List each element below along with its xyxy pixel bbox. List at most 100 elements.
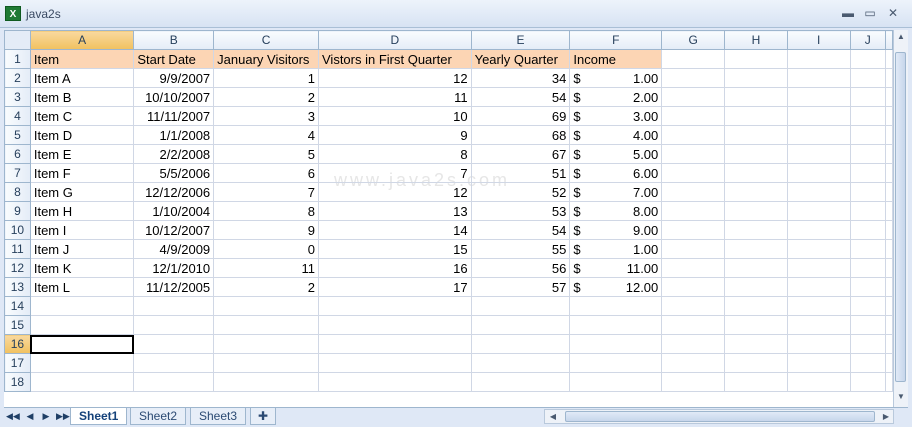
cell[interactable] xyxy=(786,315,851,335)
cell[interactable] xyxy=(724,163,788,183)
cell[interactable]: 52 xyxy=(470,182,571,202)
cell[interactable] xyxy=(661,334,726,354)
cell[interactable]: Item A xyxy=(29,68,135,88)
row-header-13[interactable]: 13 xyxy=(4,277,31,297)
cell[interactable] xyxy=(318,353,472,373)
cell[interactable] xyxy=(849,296,886,316)
cell[interactable] xyxy=(724,220,788,240)
cell[interactable] xyxy=(569,315,663,335)
cell[interactable] xyxy=(29,353,135,373)
cell[interactable]: Item D xyxy=(29,125,135,145)
cell-income[interactable]: $12.00 xyxy=(569,277,663,297)
vertical-scroll-thumb[interactable] xyxy=(895,52,906,382)
cell[interactable]: 54 xyxy=(470,87,571,107)
cell[interactable] xyxy=(724,68,788,88)
cell[interactable] xyxy=(786,163,851,183)
cell[interactable] xyxy=(885,296,893,316)
cell[interactable] xyxy=(661,87,726,107)
cell-header[interactable]: Yearly Quarter xyxy=(470,49,571,69)
cell[interactable] xyxy=(885,372,893,392)
cell[interactable] xyxy=(786,125,851,145)
cell[interactable] xyxy=(661,49,726,69)
cell[interactable]: 14 xyxy=(318,220,472,240)
last-sheet-icon[interactable]: ▶▶ xyxy=(56,410,70,423)
excel-icon[interactable]: X xyxy=(5,6,21,21)
cell[interactable]: 10 xyxy=(318,106,472,126)
cell[interactable] xyxy=(569,334,663,354)
row-header-11[interactable]: 11 xyxy=(4,239,31,259)
select-all-corner[interactable] xyxy=(4,30,31,50)
cell[interactable] xyxy=(661,106,726,126)
cell[interactable] xyxy=(786,353,851,373)
cell[interactable] xyxy=(661,296,726,316)
cell[interactable] xyxy=(661,372,726,392)
cell[interactable] xyxy=(849,163,886,183)
scroll-down-icon[interactable]: ▼ xyxy=(894,390,908,404)
cell[interactable]: 68 xyxy=(470,125,571,145)
maximize-button[interactable]: ▭ xyxy=(862,6,878,20)
cell[interactable] xyxy=(885,258,893,278)
cell[interactable] xyxy=(213,296,319,316)
cell[interactable]: 2 xyxy=(213,277,319,297)
cell[interactable]: Item C xyxy=(29,106,135,126)
cell[interactable] xyxy=(786,372,851,392)
cell[interactable] xyxy=(849,68,886,88)
cell[interactable]: 8 xyxy=(318,144,472,164)
cell[interactable] xyxy=(849,239,886,259)
cell[interactable]: 12 xyxy=(318,182,472,202)
cell[interactable]: 2/2/2008 xyxy=(133,144,215,164)
cell[interactable] xyxy=(661,201,726,221)
cell[interactable]: Item E xyxy=(29,144,135,164)
cell[interactable]: 5/5/2006 xyxy=(133,163,215,183)
cell[interactable] xyxy=(569,353,663,373)
cell[interactable]: 7 xyxy=(318,163,472,183)
cell[interactable] xyxy=(29,315,135,335)
cell[interactable]: 56 xyxy=(470,258,571,278)
minimize-button[interactable]: ▬ xyxy=(840,6,856,20)
cell[interactable] xyxy=(786,277,851,297)
cell[interactable] xyxy=(724,49,788,69)
tab-sheet1[interactable]: Sheet1 xyxy=(70,408,128,425)
cell[interactable] xyxy=(724,144,788,164)
cell[interactable] xyxy=(786,220,851,240)
cell[interactable]: 12/1/2010 xyxy=(133,258,215,278)
cell[interactable] xyxy=(133,296,215,316)
cell-income[interactable]: $2.00 xyxy=(569,87,663,107)
cell[interactable] xyxy=(786,68,851,88)
tab-sheet3[interactable]: Sheet3 xyxy=(190,408,247,425)
row-header-14[interactable]: 14 xyxy=(4,296,31,316)
row-header-9[interactable]: 9 xyxy=(4,201,31,221)
cell[interactable] xyxy=(318,334,472,354)
cell[interactable] xyxy=(849,125,886,145)
cell[interactable] xyxy=(661,144,726,164)
cell[interactable] xyxy=(661,353,726,373)
row-header-16[interactable]: 16 xyxy=(4,334,31,354)
cell[interactable] xyxy=(470,334,571,354)
cell-header[interactable]: Item xyxy=(29,49,135,69)
cell[interactable]: 0 xyxy=(213,239,319,259)
cell[interactable] xyxy=(885,144,893,164)
cell[interactable]: 4/9/2009 xyxy=(133,239,215,259)
cell[interactable] xyxy=(786,49,851,69)
cell[interactable] xyxy=(849,87,886,107)
cell-header[interactable]: Vistors in First Quarter xyxy=(318,49,472,69)
cell[interactable]: 1 xyxy=(213,68,319,88)
row-header-3[interactable]: 3 xyxy=(4,87,31,107)
cell-income[interactable]: $1.00 xyxy=(569,68,663,88)
cell[interactable] xyxy=(724,296,788,316)
cell[interactable] xyxy=(849,258,886,278)
cell[interactable] xyxy=(724,372,788,392)
column-header-d[interactable]: D xyxy=(318,30,472,50)
cell[interactable] xyxy=(724,201,788,221)
tab-sheet2[interactable]: Sheet2 xyxy=(130,408,187,425)
cell[interactable] xyxy=(29,296,135,316)
cell[interactable] xyxy=(786,87,851,107)
cell[interactable] xyxy=(724,353,788,373)
cell[interactable] xyxy=(133,353,215,373)
row-header-7[interactable]: 7 xyxy=(4,163,31,183)
cell[interactable] xyxy=(885,182,893,202)
row-header-5[interactable]: 5 xyxy=(4,125,31,145)
cell[interactable] xyxy=(885,106,893,126)
cell[interactable] xyxy=(885,87,893,107)
column-header-h[interactable]: H xyxy=(724,30,788,50)
